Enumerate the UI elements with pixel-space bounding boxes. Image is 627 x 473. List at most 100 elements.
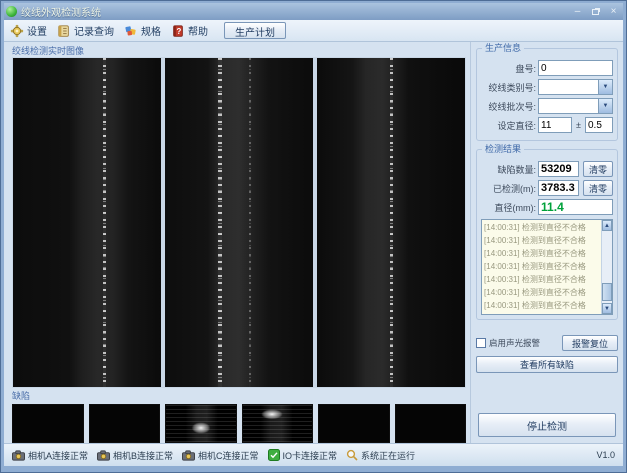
wire-category-label: 绞线类别号: (481, 81, 536, 94)
toolbar-item-spec[interactable]: 规格 (124, 23, 161, 38)
alarm-reset-button[interactable]: 报警复位 (562, 335, 618, 351)
toolbar-item-help[interactable]: ? 帮助 (171, 23, 208, 38)
set-diameter-input[interactable] (538, 117, 572, 133)
camera-icon (182, 450, 195, 461)
diameter-value (538, 199, 613, 215)
restore-icon (592, 9, 599, 15)
log-entry: [14:00:31] 检测到直径不合格 (484, 234, 599, 247)
status-label: IO卡连接正常 (283, 449, 338, 462)
status-label: 相机A连接正常 (28, 449, 88, 462)
wire-edge-highlight (390, 58, 393, 387)
settings-icon (10, 24, 24, 38)
results-group: 检测结果 缺陷数量: 清零 已检测(m): 清零 直径(mm): (476, 149, 618, 320)
measured-length-value (538, 180, 579, 196)
reel-number-label: 盘号: (481, 62, 536, 75)
toolbar-item-settings[interactable]: 设置 (10, 23, 47, 38)
plus-minus-symbol: ± (574, 120, 583, 130)
scroll-down-icon[interactable]: ▼ (602, 303, 612, 314)
restore-button[interactable] (588, 6, 603, 18)
status-io-card: IO卡连接正常 (268, 449, 338, 462)
set-diameter-label: 设定直径: (481, 119, 536, 132)
status-camera-b: 相机B连接正常 (97, 449, 173, 462)
camera-panels (12, 57, 466, 388)
chevron-down-icon[interactable]: ▼ (598, 99, 612, 113)
minimize-button[interactable]: – (570, 6, 585, 18)
magnifier-icon (346, 449, 358, 461)
status-label: 相机B连接正常 (113, 449, 173, 462)
diameter-label: 直径(mm): (481, 201, 536, 214)
help-icon: ? (171, 24, 185, 38)
camera-icon (12, 450, 25, 461)
scroll-up-icon[interactable]: ▲ (602, 220, 612, 231)
live-view-area: 绞线检测实时图像 缺陷 (4, 42, 470, 443)
app-window: 绞线外观检测系统 – × 设置 记录查询 (0, 0, 627, 473)
status-label: 相机C连接正常 (198, 449, 259, 462)
wire-edge-highlight (218, 58, 222, 387)
wire-edge-highlight (249, 58, 251, 387)
window-title: 绞线外观检测系统 (21, 4, 566, 19)
tolerance-input[interactable] (585, 117, 613, 133)
defect-thumbnail-strip (12, 404, 466, 443)
status-camera-c: 相机C连接正常 (182, 449, 259, 462)
defect-thumbnail[interactable] (395, 404, 467, 443)
defect-thumbnail[interactable] (165, 404, 237, 443)
toolbar-label: 记录查询 (74, 23, 114, 38)
detection-log: [14:00:31] 检测到直径不合格 [14:00:31] 检测到直径不合格 … (481, 219, 613, 315)
defect-thumbnail[interactable] (12, 404, 84, 443)
production-info-group: 生产信息 盘号: 绞线类别号: ▼ 绞线批次号: (476, 48, 618, 141)
log-entry: [14:00:31] 检测到直径不合格 (484, 273, 599, 286)
scrollbar-thumb[interactable] (602, 283, 612, 301)
close-button[interactable]: × (606, 6, 621, 18)
wire-batch-select[interactable]: ▼ (538, 98, 613, 114)
scrollbar-track[interactable] (602, 231, 612, 303)
side-panel: 生产信息 盘号: 绞线类别号: ▼ 绞线批次号: (470, 42, 623, 443)
defect-thumbnail[interactable] (318, 404, 390, 443)
stop-detection-button[interactable]: 停止检测 (478, 413, 616, 437)
version-label: V1.0 (596, 450, 615, 460)
spec-icon (124, 24, 138, 38)
production-info-title: 生产信息 (482, 43, 524, 54)
log-entry: [14:00:31] 检测到直径不合格 (484, 247, 599, 260)
status-running: 系统正在运行 (346, 449, 415, 462)
wire-edge-highlight (103, 58, 106, 387)
log-entry: [14:00:31] 检测到直径不合格 (484, 221, 599, 234)
wire-batch-label: 绞线批次号: (481, 100, 536, 113)
toolbar-label: 帮助 (188, 23, 208, 38)
view-all-defects-button[interactable]: 查看所有缺陷 (476, 356, 618, 373)
defect-count-label: 缺陷数量: (481, 163, 536, 176)
results-title: 检测结果 (482, 144, 524, 155)
camera-b-view (165, 58, 313, 387)
clear-measured-button[interactable]: 清零 (583, 180, 613, 196)
defect-thumbnail[interactable] (89, 404, 161, 443)
log-entry: [14:00:31] 检测到直径不合格 (484, 260, 599, 273)
toolbar-item-record-query[interactable]: 记录查询 (57, 23, 114, 38)
toolbar-label: 设置 (27, 23, 47, 38)
alarm-checkbox-label[interactable]: 启用声光报警 (489, 337, 559, 349)
production-plan-button[interactable]: 生产计划 (224, 22, 286, 39)
defect-count-value (538, 161, 579, 177)
chevron-down-icon[interactable]: ▼ (598, 80, 612, 94)
toolbar-label: 规格 (141, 23, 161, 38)
reel-number-input[interactable] (538, 60, 613, 76)
log-entry: [14:00:31] 检测到直径不合格 (484, 286, 599, 299)
status-label: 系统正在运行 (361, 449, 415, 462)
clear-defect-count-button[interactable]: 清零 (583, 161, 613, 177)
log-scrollbar[interactable]: ▲ ▼ (601, 220, 612, 314)
measured-length-label: 已检测(m): (481, 182, 536, 195)
alarm-checkbox[interactable] (476, 338, 486, 348)
wire-category-select[interactable]: ▼ (538, 79, 613, 95)
defect-strip-label: 缺陷 (12, 390, 466, 402)
record-query-icon (57, 24, 71, 38)
io-card-icon (268, 449, 280, 461)
statusbar: 相机A连接正常 相机B连接正常 相机C连接正常 IO卡连接正常 (4, 443, 623, 466)
camera-icon (97, 450, 110, 461)
live-view-title: 绞线检测实时图像 (12, 45, 466, 57)
log-entry: [14:00:31] 检测到直径不合格 (484, 299, 599, 312)
status-camera-a: 相机A连接正常 (12, 449, 88, 462)
app-icon (6, 6, 17, 17)
svg-text:?: ? (176, 27, 181, 36)
camera-a-view (13, 58, 161, 387)
defect-thumbnail[interactable] (242, 404, 314, 443)
titlebar: 绞线外观检测系统 – × (4, 3, 623, 20)
toolbar: 设置 记录查询 规格 ? 帮助 生产计划 (4, 20, 623, 42)
